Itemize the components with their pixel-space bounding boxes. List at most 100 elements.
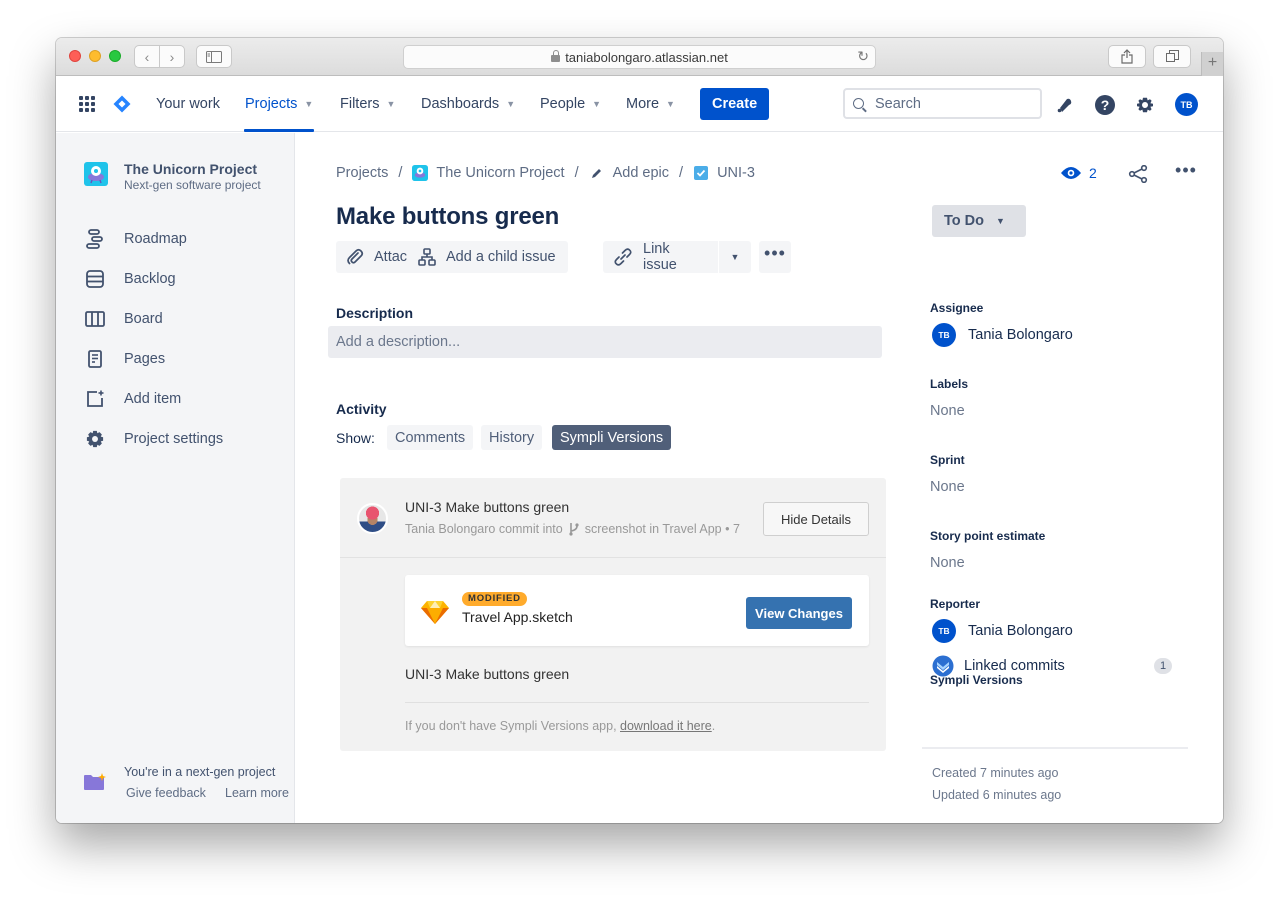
- watch-button[interactable]: 2: [1061, 165, 1097, 181]
- sidebar-item-pages[interactable]: Pages: [84, 344, 284, 374]
- project-name[interactable]: The Unicorn Project: [124, 161, 257, 177]
- pages-icon: [84, 348, 106, 370]
- chevron-down-icon: ▼: [996, 216, 1005, 226]
- issue-actions-button[interactable]: •••: [1175, 160, 1197, 185]
- link-issue-dropdown[interactable]: ▼: [719, 241, 751, 273]
- breadcrumb-separator: /: [398, 165, 403, 181]
- show-label: Show:: [336, 430, 375, 446]
- sidebar-item-board[interactable]: Board: [84, 304, 284, 334]
- sidebar-item-project-settings[interactable]: Project settings: [84, 424, 284, 454]
- settings-button[interactable]: [1134, 94, 1155, 115]
- issue-title[interactable]: Make buttons green: [336, 203, 559, 231]
- chevron-right-icon: ›: [169, 48, 175, 65]
- filter-history[interactable]: History: [481, 425, 543, 450]
- updated-timestamp: Updated 6 minutes ago: [932, 788, 1062, 802]
- reporter-field[interactable]: TB Tania Bolongaro: [932, 619, 1073, 643]
- hide-details-button[interactable]: Hide Details: [763, 502, 869, 536]
- activity-label: Activity: [336, 401, 387, 417]
- story-points-field[interactable]: None: [930, 555, 965, 571]
- download-link[interactable]: download it here: [620, 719, 712, 733]
- unicorn-project-icon: [88, 166, 104, 184]
- share-icon: [1121, 49, 1133, 64]
- view-changes-button[interactable]: View Changes: [746, 597, 852, 629]
- nav-dashboards[interactable]: Dashboards ▼: [421, 76, 515, 132]
- breadcrumb-projects[interactable]: Projects: [336, 165, 388, 181]
- child-issue-icon: [418, 248, 436, 266]
- sidebar-item-label: Pages: [124, 351, 166, 367]
- more-actions-button[interactable]: •••: [759, 241, 791, 273]
- labels-field[interactable]: None: [930, 403, 965, 419]
- divider: [922, 747, 1188, 749]
- project-avatar[interactable]: [84, 162, 108, 186]
- nav-people[interactable]: People ▼: [540, 76, 601, 132]
- linked-commits-row[interactable]: Linked commits 1: [932, 655, 1172, 677]
- reload-icon[interactable]: ↻: [857, 48, 869, 65]
- search-icon: [853, 98, 864, 109]
- sidebar-item-add-item[interactable]: Add item: [84, 384, 284, 414]
- status-dropdown[interactable]: To Do ▼: [932, 205, 1026, 237]
- maximize-window-button[interactable]: [109, 50, 121, 62]
- lock-icon: [551, 49, 561, 62]
- modified-badge: MODIFIED: [462, 592, 527, 606]
- sidebar-icon: [206, 50, 222, 63]
- share-issue-button[interactable]: [1127, 163, 1149, 185]
- notifications-icon: [1057, 98, 1071, 112]
- sympli-logo-icon: [932, 655, 954, 677]
- chevron-down-icon: ▼: [386, 99, 396, 109]
- breadcrumb-project[interactable]: The Unicorn Project: [436, 165, 564, 181]
- back-button[interactable]: ‹: [134, 45, 160, 68]
- file-name: Travel App.sketch: [462, 609, 573, 625]
- nav-filters[interactable]: Filters ▼: [340, 76, 395, 132]
- status-label: To Do: [944, 213, 984, 229]
- sketch-file-icon: [421, 601, 449, 624]
- assignee-field[interactable]: TB Tania Bolongaro: [932, 323, 1073, 347]
- sidebar-toggle-button[interactable]: [196, 45, 232, 68]
- jira-logo[interactable]: [113, 95, 131, 113]
- nav-your-work[interactable]: Your work: [156, 76, 220, 132]
- file-change-card: MODIFIED Travel App.sketch View Changes: [405, 575, 869, 646]
- search-field[interactable]: [843, 88, 1042, 119]
- nav-label: Your work: [156, 96, 220, 112]
- share-button[interactable]: [1108, 45, 1146, 68]
- sidebar-item-roadmap[interactable]: Roadmap: [84, 224, 284, 254]
- app-switcher-icon[interactable]: [79, 96, 95, 112]
- linked-commits-count: 1: [1154, 658, 1172, 674]
- commit-title: UNI-3 Make buttons green: [405, 499, 570, 515]
- breadcrumb-add-epic[interactable]: Add epic: [613, 165, 669, 181]
- assignee-avatar: TB: [932, 323, 956, 347]
- create-button[interactable]: Create: [700, 88, 770, 120]
- commit-header: UNI-3 Make buttons green Tania Bolongaro…: [340, 478, 886, 558]
- notifications-button[interactable]: [1054, 94, 1075, 115]
- pencil-icon: [589, 165, 605, 181]
- link-issue-label: Link issue: [643, 241, 677, 273]
- filter-comments[interactable]: Comments: [387, 425, 474, 450]
- chevron-left-icon: ‹: [144, 48, 150, 65]
- forward-button[interactable]: ›: [159, 45, 185, 68]
- tabs-overview-button[interactable]: [1153, 45, 1191, 68]
- address-bar[interactable]: taniabolongaro.atlassian.net ↻: [403, 45, 876, 69]
- help-button[interactable]: ?: [1094, 94, 1115, 115]
- give-feedback-link[interactable]: Give feedback: [126, 786, 206, 800]
- filter-sympli-versions[interactable]: Sympli Versions: [552, 425, 672, 450]
- sidebar-item-backlog[interactable]: Backlog: [84, 264, 284, 294]
- close-window-button[interactable]: [69, 50, 81, 62]
- link-issue-button[interactable]: Link issue: [603, 241, 718, 273]
- chevron-down-icon: ▼: [730, 252, 740, 262]
- user-avatar[interactable]: TB: [1175, 93, 1198, 116]
- minimize-window-button[interactable]: [89, 50, 101, 62]
- commit-meta: Tania Bolongaro commit into screenshot i…: [405, 522, 740, 536]
- new-tab-button[interactable]: +: [1201, 52, 1223, 76]
- breadcrumb: Projects / The Unicorn Project / Add epi…: [336, 165, 755, 181]
- breadcrumb-issue-key[interactable]: UNI-3: [717, 165, 755, 181]
- commit-author: Tania Bolongaro commit into: [405, 522, 563, 536]
- chevron-down-icon: ▼: [666, 99, 675, 109]
- sprint-field[interactable]: None: [930, 479, 965, 495]
- description-field[interactable]: Add a description...: [328, 326, 882, 358]
- search-input[interactable]: [875, 95, 1025, 112]
- nav-more[interactable]: More ▼: [626, 76, 675, 132]
- add-child-issue-button[interactable]: Add a child issue: [408, 241, 568, 273]
- reporter-avatar: TB: [932, 619, 956, 643]
- nav-projects[interactable]: Projects ▼: [243, 76, 315, 132]
- chevron-down-icon: ▼: [304, 99, 314, 109]
- learn-more-link[interactable]: Learn more: [225, 786, 289, 800]
